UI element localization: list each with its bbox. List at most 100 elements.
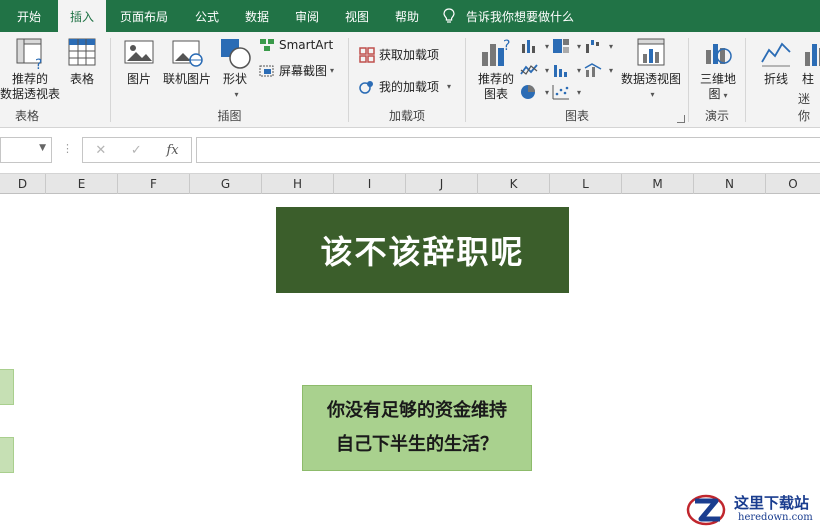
combo-chart-button[interactable]: ▾: [584, 62, 613, 78]
chevron-down-icon: ▾: [545, 65, 550, 75]
column-header[interactable]: G: [190, 174, 262, 194]
screenshot-label: 屏幕截图: [279, 64, 328, 78]
line-chart-button[interactable]: ▾: [520, 62, 549, 78]
pie-chart-button[interactable]: ▾: [520, 84, 549, 100]
column-header-row: D E F G H I J K L M N O: [0, 174, 820, 194]
question-shape[interactable]: 你没有足够的资金维持 自己下半生的生活？: [302, 385, 532, 471]
column-chart-button[interactable]: ▾: [520, 38, 549, 54]
screenshot-button[interactable]: 屏幕截图 ▾: [259, 62, 334, 79]
worksheet[interactable]: 该不该辞职呢 你没有足够的资金维持 自己下半生的生活？: [0, 195, 820, 528]
table-button[interactable]: 表格: [62, 36, 102, 87]
excel-window: 开始 插入 页面布局 公式 数据 审阅 视图 帮助 告诉我你想要做什么 ? 推荐…: [0, 0, 820, 528]
group-tours-label: 演示: [704, 109, 729, 123]
online-pictures-button[interactable]: 联机图片: [161, 36, 213, 87]
chevron-down-icon[interactable]: ▼: [39, 143, 46, 153]
sparkline-column-button[interactable]: 柱: [802, 36, 820, 87]
get-addins-button[interactable]: 获取加载项: [359, 46, 439, 63]
title-shape[interactable]: 该不该辞职呢: [276, 207, 569, 293]
ribbon-tab-bar: 开始 插入 页面布局 公式 数据 审阅 视图 帮助 告诉我你想要做什么: [0, 0, 820, 32]
svg-text:?: ?: [503, 38, 510, 54]
column-header[interactable]: F: [118, 174, 190, 194]
column-header[interactable]: M: [622, 174, 694, 194]
recommended-pivot-icon: ?: [16, 38, 42, 70]
pie-chart-icon: [521, 85, 535, 99]
recommended-charts-label-1: 推荐的: [477, 72, 514, 86]
scatter-chart-icon: [552, 85, 569, 100]
sparkline-line-button[interactable]: 折线: [758, 36, 794, 87]
combo-chart-icon: [584, 63, 602, 77]
tab-formulas[interactable]: 公式: [182, 0, 232, 32]
tab-home[interactable]: 开始: [0, 0, 58, 32]
column-header[interactable]: K: [478, 174, 550, 194]
insert-function-icon[interactable]: fx: [166, 143, 178, 158]
watermark-url: heredown.com: [738, 512, 813, 523]
screenshot-icon: [259, 65, 274, 76]
3d-map-button[interactable]: 三维地 图 ▾: [695, 36, 741, 103]
pivot-chart-label: 数据透视图: [620, 72, 681, 86]
column-header[interactable]: E: [46, 174, 118, 194]
smartart-icon: [260, 39, 274, 51]
hierarchy-chart-button[interactable]: ▾: [552, 38, 581, 54]
tab-data[interactable]: 数据: [232, 0, 282, 32]
shape-edge[interactable]: [0, 369, 14, 405]
smartart-label: SmartArt: [279, 38, 334, 52]
recommended-pivot-button[interactable]: ? 推荐的 数据透视表: [0, 36, 60, 102]
table-icon: [68, 38, 96, 66]
sparkline-column-label: 柱: [802, 72, 815, 86]
column-header[interactable]: N: [694, 174, 766, 194]
pictures-button[interactable]: 图片: [121, 36, 157, 87]
column-header[interactable]: J: [406, 174, 478, 194]
pivot-chart-button[interactable]: 数据透视图 ▾: [616, 36, 686, 102]
formula-bar-grip-icon[interactable]: ⋮: [62, 142, 73, 155]
tab-insert[interactable]: 插入: [58, 0, 106, 32]
svg-text:?: ?: [35, 57, 42, 70]
ribbon: ? 推荐的 数据透视表 表格 表格 图片 联机图片 形状 ▾ SmartArt …: [0, 32, 820, 128]
my-addins-button[interactable]: 我的加载项 ▾: [359, 78, 451, 95]
tab-page-layout[interactable]: 页面布局: [106, 0, 182, 32]
group-illustrations: 图片 联机图片 形状 ▾ SmartArt 屏幕截图 ▾ 插图: [111, 32, 348, 128]
chevron-down-icon: ▾: [577, 65, 582, 75]
formula-input[interactable]: [196, 137, 820, 163]
statistic-chart-icon: [554, 65, 567, 77]
statistic-chart-button[interactable]: ▾: [552, 62, 581, 78]
scatter-chart-button[interactable]: ▾: [552, 84, 581, 100]
name-box[interactable]: ▼: [0, 137, 52, 163]
enter-icon[interactable]: ✓: [131, 143, 142, 158]
chevron-down-icon: ▾: [609, 41, 614, 51]
tab-help[interactable]: 帮助: [382, 0, 432, 32]
column-header[interactable]: O: [766, 174, 820, 194]
chevron-down-icon: ▾: [545, 87, 550, 97]
column-header[interactable]: H: [262, 174, 334, 194]
column-header[interactable]: L: [550, 174, 622, 194]
smartart-button[interactable]: SmartArt: [259, 38, 333, 52]
chevron-down-icon: ▾: [577, 41, 582, 51]
chevron-down-icon: ▾: [447, 82, 452, 91]
formula-buttons: ✕ ✓ fx: [82, 137, 192, 163]
pictures-label: 图片: [126, 72, 151, 86]
waterfall-chart-button[interactable]: ▾: [584, 38, 613, 54]
chevron-down-icon: ▾: [330, 66, 335, 75]
shape-edge[interactable]: [0, 437, 14, 473]
chevron-down-icon: ▾: [609, 65, 614, 75]
cancel-icon[interactable]: ✕: [95, 143, 106, 158]
pivot-chart-icon: [637, 38, 665, 66]
tab-view[interactable]: 视图: [332, 0, 382, 32]
watermark: 这里下载站 heredown.com: [686, 490, 820, 528]
chevron-down-icon: ▾: [545, 41, 550, 51]
question-line-1: 你没有足够的资金维持: [327, 400, 507, 421]
group-addins: 获取加载项 我的加载项 ▾ 加载项: [349, 32, 465, 128]
sparkline-line-icon: [761, 42, 791, 67]
shapes-button[interactable]: 形状 ▾: [217, 36, 253, 102]
tell-me-box[interactable]: 告诉我你想要做什么: [432, 0, 574, 32]
recommended-charts-button[interactable]: ? 推荐的 图表: [474, 36, 518, 102]
recommended-pivot-label-1: 推荐的: [11, 72, 48, 86]
column-header[interactable]: D: [0, 174, 46, 194]
recommended-charts-icon: ?: [482, 38, 510, 66]
group-addins-label: 加载项: [388, 109, 425, 123]
tell-me-text: 告诉我你想要做什么: [466, 9, 575, 24]
recommended-charts-label-2: 图表: [483, 87, 508, 101]
column-header[interactable]: I: [334, 174, 406, 194]
dialog-launcher-icon[interactable]: [677, 115, 685, 123]
tab-review[interactable]: 审阅: [282, 0, 332, 32]
3d-map-label-1: 三维地: [699, 72, 736, 86]
